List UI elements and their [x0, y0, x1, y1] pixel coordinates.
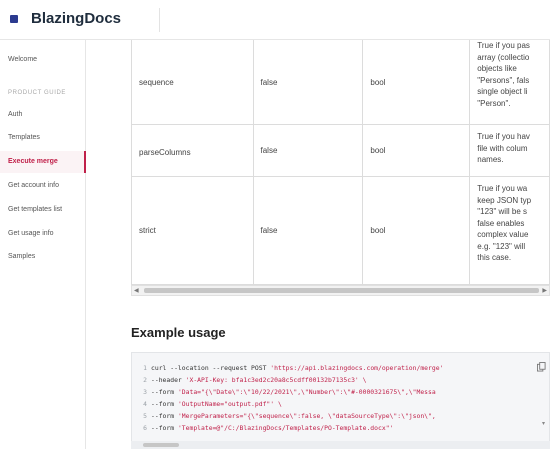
params-table-container: sequence false bool True if you pas arra… [131, 40, 550, 285]
desc-line: file with colum [477, 143, 528, 153]
sidebar-item-welcome[interactable]: Welcome [0, 49, 86, 71]
param-desc-cell: True if you wa keep JSON typ "123" will … [469, 176, 550, 285]
table-row: strict false bool True if you wa keep JS… [131, 176, 550, 285]
code-line: 2 --header 'X-API-Key: bfa1c3ed2c20a8c5cd… [143, 376, 367, 384]
code-horizontal-scrollbar[interactable] [131, 441, 550, 449]
param-type-cell: bool [362, 124, 471, 177]
scrollbar-thumb[interactable] [144, 288, 539, 293]
desc-line: false enables [477, 218, 525, 228]
sidebar-item-get-templates-list[interactable]: Get templates list [0, 199, 86, 221]
desc-line: "123" will be s [477, 207, 527, 216]
desc-line: "Persons", fals [477, 75, 530, 85]
desc-line: "Person". [477, 98, 511, 108]
sidebar-item-execute-merge[interactable]: Execute merge [0, 151, 86, 173]
divider [159, 8, 160, 32]
logo-icon [10, 15, 18, 23]
desc-line: names. [477, 155, 504, 164]
table-row: parseColumns false bool True if you hav … [131, 124, 550, 177]
code-line: 4 --form 'OutputName="output.pdf"' \ [143, 400, 282, 408]
param-name-cell: sequence [131, 40, 254, 125]
sidebar-section-label: PRODUCT GUIDE [8, 90, 67, 96]
scroll-right-icon[interactable]: ▶ [542, 287, 547, 294]
code-line: 5 --form 'MergeParameters="{\"sequence\":… [143, 412, 436, 420]
table-row: sequence false bool True if you pas arra… [131, 40, 550, 125]
table-horizontal-scrollbar[interactable]: ◀ ▶ [131, 285, 550, 296]
sidebar-item-templates[interactable]: Templates [0, 127, 86, 149]
param-name-cell: strict [131, 176, 254, 285]
sidebar-item-get-account-info[interactable]: Get account info [0, 175, 86, 197]
sidebar-item-auth[interactable]: Auth [0, 104, 86, 126]
code-line: 1 curl --location --request POST 'https:/… [143, 364, 444, 372]
param-default-cell: false [252, 40, 364, 125]
scroll-left-icon[interactable]: ◀ [134, 287, 139, 294]
desc-line: True if you hav [477, 132, 530, 141]
desc-line: complex value [477, 230, 529, 239]
desc-line: True if you wa [477, 184, 528, 193]
param-desc-cell: True if you pas array (collectio objects… [469, 40, 550, 125]
param-default-cell: false [252, 124, 364, 177]
section-heading: Example usage [131, 325, 226, 340]
param-default-cell: false [252, 176, 364, 285]
brand-name[interactable]: BlazingDocs [31, 10, 121, 27]
desc-line: single object li [477, 87, 528, 96]
sidebar: Welcome PRODUCT GUIDE Auth Templates Exe… [0, 40, 86, 449]
param-desc-cell: True if you hav file with colum names. [469, 124, 550, 177]
params-table: sequence false bool True if you pas arra… [131, 40, 550, 285]
desc-line: True if you pas [477, 41, 530, 50]
code-line: 6 --form 'Template=@"/C:/BlazingDocs/Temp… [143, 424, 394, 432]
desc-line: keep JSON typ [477, 195, 532, 205]
code-line: 3 --form 'Data="{\"Date\":\"10/22/2021\",… [143, 388, 436, 396]
sidebar-item-samples[interactable]: Samples [0, 246, 86, 268]
param-type-cell: bool [362, 176, 471, 285]
copy-icon[interactable] [537, 362, 546, 372]
desc-line: objects like [477, 64, 517, 73]
top-bar: BlazingDocs [0, 0, 550, 40]
code-block[interactable]: 1 curl --location --request POST 'https:/… [131, 352, 550, 449]
desc-line: e.g. "123" will [477, 241, 526, 251]
scrollbar-thumb[interactable] [143, 443, 179, 447]
sidebar-item-get-usage-info[interactable]: Get usage info [0, 223, 86, 245]
param-name-cell: parseColumns [131, 124, 254, 177]
code-scroll-down-icon[interactable]: ▾ [542, 420, 550, 430]
desc-line: array (collectio [477, 52, 530, 62]
param-type-cell: bool [362, 40, 471, 125]
desc-line: this case. [477, 253, 512, 262]
